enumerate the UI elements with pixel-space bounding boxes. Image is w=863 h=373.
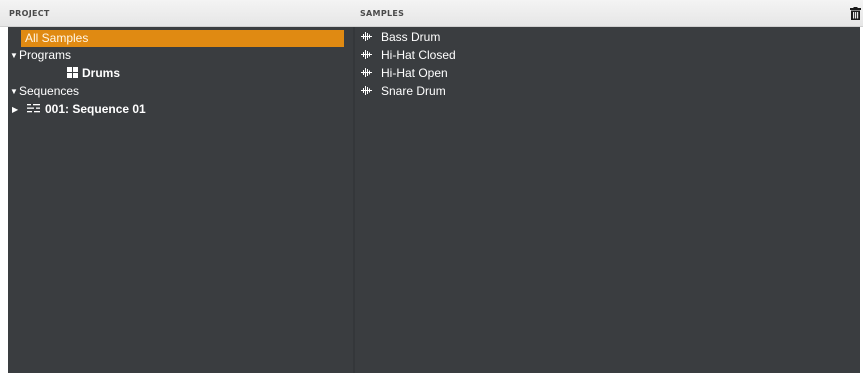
sample-label: Snare Drum <box>381 84 446 98</box>
program-grid-icon <box>67 67 78 78</box>
collapsed-triangle-icon[interactable]: ▶ <box>12 101 27 118</box>
waveform-icon <box>361 68 372 77</box>
sample-item[interactable]: Hi-Hat Open <box>361 65 841 82</box>
expanded-triangle-icon[interactable]: ▼ <box>10 47 19 64</box>
tree-item-program-drums[interactable]: Drums <box>67 65 120 82</box>
sample-item[interactable]: Hi-Hat Closed <box>361 47 841 64</box>
app-window: PROJECT SAMPLES All Samples ▼Programs Dr… <box>0 0 863 373</box>
sample-item[interactable]: Bass Drum <box>361 29 841 46</box>
sample-label: Hi-Hat Closed <box>381 48 456 62</box>
samples-header-label: SAMPLES <box>360 9 405 18</box>
tree-item-programs[interactable]: ▼Programs <box>10 47 71 64</box>
tree-item-label: All Samples <box>25 31 89 45</box>
trash-icon[interactable] <box>850 7 861 20</box>
sample-item[interactable]: Snare Drum <box>361 83 841 100</box>
tree-item-label: Programs <box>19 48 72 62</box>
tree-item-label: Sequences <box>19 84 80 98</box>
waveform-icon <box>361 50 372 59</box>
project-header-label: PROJECT <box>9 9 50 18</box>
sample-label: Hi-Hat Open <box>381 66 448 80</box>
expanded-triangle-icon[interactable]: ▼ <box>10 83 19 100</box>
panel-header: PROJECT SAMPLES <box>0 0 863 27</box>
project-panel[interactable]: All Samples ▼Programs Drums ▼Sequences ▶… <box>8 27 353 373</box>
waveform-icon <box>361 86 372 95</box>
samples-panel[interactable]: Bass Drum Hi-Hat Closed Hi-Hat Open Snar… <box>355 27 860 373</box>
waveform-icon <box>361 32 372 41</box>
tree-item-label: Drums <box>82 66 121 80</box>
sample-label: Bass Drum <box>381 30 441 44</box>
tree-item-sequence-01[interactable]: ▶ 001: Sequence 01 <box>12 101 146 118</box>
sequence-icon <box>27 104 40 113</box>
tree-item-all-samples[interactable]: All Samples <box>21 30 344 47</box>
tree-item-sequences[interactable]: ▼Sequences <box>10 83 79 100</box>
tree-item-label: 001: Sequence 01 <box>45 102 146 116</box>
